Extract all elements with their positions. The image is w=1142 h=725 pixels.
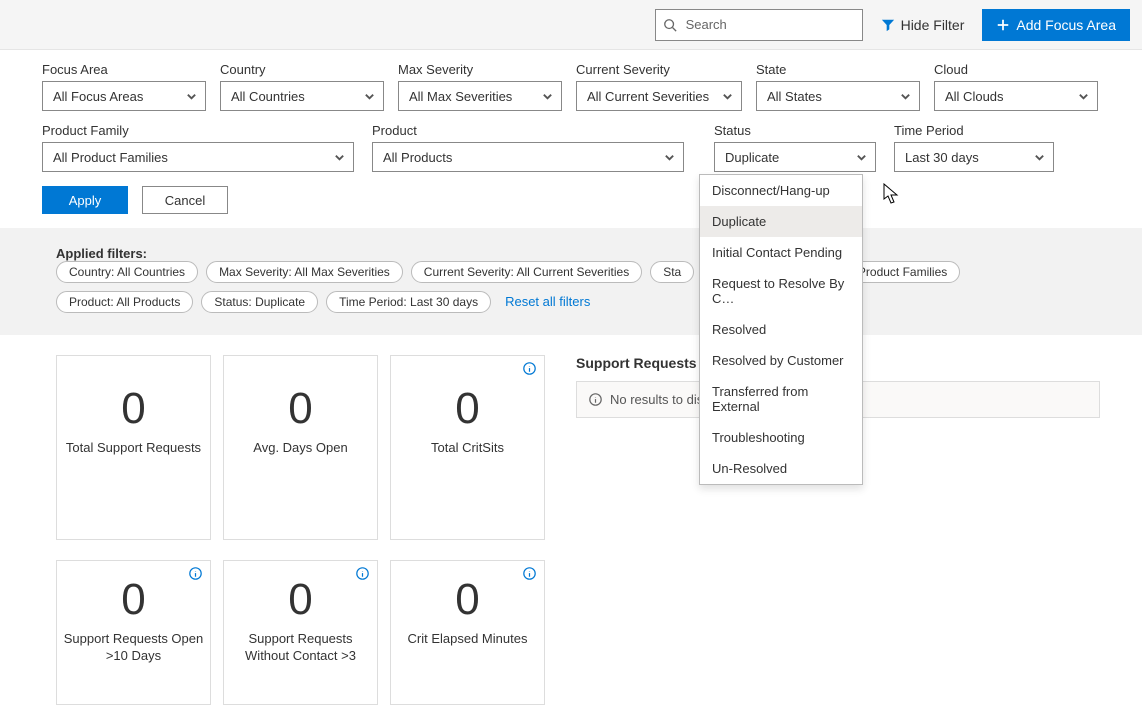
- metric-card: 0 Support Requests Open >10 Days: [56, 560, 211, 705]
- dropdown-item[interactable]: Request to Resolve By C…: [700, 268, 862, 314]
- filter-panel: Focus Area All Focus Areas Country All Coun…: [0, 50, 1142, 228]
- metric-value: 0: [391, 575, 544, 625]
- applied-filter-chip[interactable]: Product: All Products: [56, 291, 193, 313]
- hide-filter-button[interactable]: Hide Filter: [875, 17, 971, 33]
- add-focus-label: Add Focus Area: [1016, 17, 1116, 33]
- info-icon[interactable]: [523, 362, 536, 375]
- filter-select-focus-area[interactable]: All Focus Areas: [42, 81, 206, 111]
- metric-value: 0: [57, 575, 210, 625]
- filter-label-product: Product: [372, 123, 684, 138]
- info-icon[interactable]: [523, 567, 536, 580]
- dropdown-item[interactable]: Resolved by Customer: [700, 345, 862, 376]
- filter-value: Last 30 days: [905, 150, 979, 165]
- filter-select-product[interactable]: All Products: [372, 142, 684, 172]
- filter-value: All Focus Areas: [53, 89, 143, 104]
- applied-filters-label: Applied filters:: [56, 246, 147, 261]
- search-icon: [663, 18, 677, 32]
- main-content: 0Total Support Requests0Avg. Days Open0T…: [0, 335, 1142, 725]
- applied-filter-chip[interactable]: Country: All Countries: [56, 261, 198, 283]
- filter-select-cloud[interactable]: All Clouds: [934, 81, 1098, 111]
- metric-card: 0 Avg. Days Open: [223, 355, 378, 540]
- metric-value: 0: [224, 384, 377, 434]
- search-field[interactable]: [655, 9, 863, 41]
- metrics-column: 0Total Support Requests0Avg. Days Open0T…: [56, 355, 556, 725]
- filter-label-cloud: Cloud: [934, 62, 1098, 77]
- dropdown-item[interactable]: Transferred from External: [700, 376, 862, 422]
- chevron-down-icon: [664, 152, 675, 163]
- filter-select-status[interactable]: Duplicate: [714, 142, 876, 172]
- filter-icon: [881, 18, 895, 32]
- filter-value: All Countries: [231, 89, 305, 104]
- metric-label: Support Requests Open >10 Days: [57, 631, 210, 665]
- filter-label-time-period: Time Period: [894, 123, 1054, 138]
- metric-value: 0: [57, 384, 210, 434]
- metric-label: Avg. Days Open: [224, 440, 377, 457]
- filter-value: All States: [767, 89, 822, 104]
- hide-filter-label: Hide Filter: [901, 17, 965, 33]
- chevron-down-icon: [186, 91, 197, 102]
- chevron-down-icon: [364, 91, 375, 102]
- search-input[interactable]: [655, 9, 863, 41]
- filter-select-country[interactable]: All Countries: [220, 81, 384, 111]
- filter-value: All Clouds: [945, 89, 1004, 104]
- chevron-down-icon: [542, 91, 553, 102]
- chevron-down-icon: [722, 91, 733, 102]
- filter-select-product-family[interactable]: All Product Families: [42, 142, 354, 172]
- metric-value: 0: [224, 575, 377, 625]
- filter-value: Duplicate: [725, 150, 779, 165]
- filter-label-country: Country: [220, 62, 384, 77]
- filter-label-status: Status: [714, 123, 876, 138]
- metric-label: Crit Elapsed Minutes: [391, 631, 544, 648]
- plus-icon: [996, 18, 1010, 32]
- filter-label-max-severity: Max Severity: [398, 62, 562, 77]
- filter-select-max-severity[interactable]: All Max Severities: [398, 81, 562, 111]
- info-icon: [589, 393, 602, 406]
- filter-label-focus-area: Focus Area: [42, 62, 206, 77]
- chevron-down-icon: [1078, 91, 1089, 102]
- applied-filter-chip[interactable]: Time Period: Last 30 days: [326, 291, 491, 313]
- metric-label: Total CritSits: [391, 440, 544, 457]
- metric-card: 0 Total CritSits: [390, 355, 545, 540]
- filter-value: All Product Families: [53, 150, 168, 165]
- applied-filter-chip[interactable]: Max Severity: All Max Severities: [206, 261, 403, 283]
- filter-select-state[interactable]: All States: [756, 81, 920, 111]
- dropdown-item[interactable]: Disconnect/Hang-up: [700, 175, 862, 206]
- status-dropdown-menu[interactable]: Disconnect/Hang-upDuplicateInitial Conta…: [699, 174, 863, 485]
- metric-label: Total Support Requests: [57, 440, 210, 457]
- applied-filter-chip[interactable]: Current Severity: All Current Severities: [411, 261, 642, 283]
- dropdown-item[interactable]: Duplicate: [700, 206, 862, 237]
- applied-filter-chip[interactable]: Sta: [650, 261, 694, 283]
- chevron-down-icon: [334, 152, 345, 163]
- filter-select-current-severity[interactable]: All Current Severities: [576, 81, 742, 111]
- chevron-down-icon: [900, 91, 911, 102]
- topbar: Hide Filter Add Focus Area: [0, 0, 1142, 50]
- cancel-button[interactable]: Cancel: [142, 186, 228, 214]
- chevron-down-icon: [1034, 152, 1045, 163]
- add-focus-area-button[interactable]: Add Focus Area: [982, 9, 1130, 41]
- metric-card: 0 Support Requests Without Contact >3: [223, 560, 378, 705]
- info-icon[interactable]: [189, 567, 202, 580]
- filter-label-state: State: [756, 62, 920, 77]
- dropdown-item[interactable]: Un-Resolved: [700, 453, 862, 484]
- dropdown-item[interactable]: Resolved: [700, 314, 862, 345]
- no-results-text: No results to dis: [610, 392, 703, 407]
- filter-label-product-family: Product Family: [42, 123, 354, 138]
- applied-filter-chip[interactable]: Status: Duplicate: [201, 291, 318, 313]
- metric-value: 0: [391, 384, 544, 434]
- metric-card: 0 Crit Elapsed Minutes: [390, 560, 545, 705]
- dropdown-item[interactable]: Troubleshooting: [700, 422, 862, 453]
- filter-value: All Products: [383, 150, 452, 165]
- filter-label-current-severity: Current Severity: [576, 62, 742, 77]
- info-icon[interactable]: [356, 567, 369, 580]
- filter-value: All Current Severities: [587, 89, 709, 104]
- applied-filters-bar: Applied filters: Country: All Countries M…: [0, 228, 1142, 335]
- chevron-down-icon: [856, 152, 867, 163]
- reset-all-filters-link[interactable]: Reset all filters: [505, 294, 590, 309]
- dropdown-item[interactable]: Initial Contact Pending: [700, 237, 862, 268]
- apply-button[interactable]: Apply: [42, 186, 128, 214]
- metric-label: Support Requests Without Contact >3: [224, 631, 377, 665]
- metric-card: 0 Total Support Requests: [56, 355, 211, 540]
- filter-select-time-period[interactable]: Last 30 days: [894, 142, 1054, 172]
- filter-value: All Max Severities: [409, 89, 512, 104]
